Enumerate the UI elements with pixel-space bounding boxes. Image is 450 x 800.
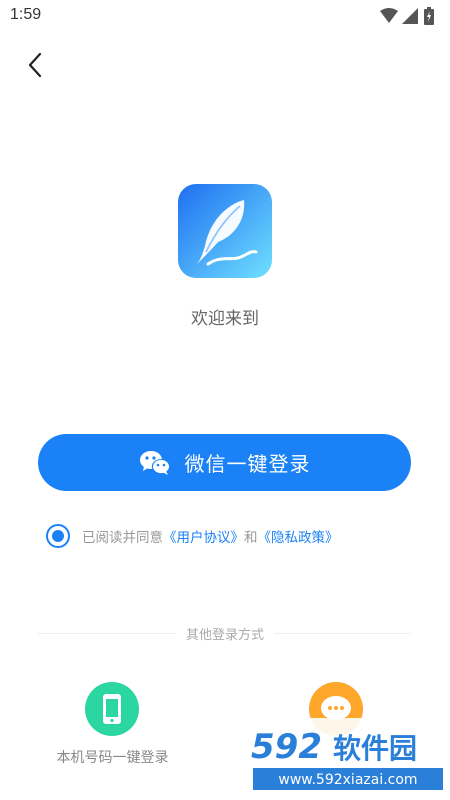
phone-icon-circle xyxy=(85,682,139,736)
other-login-title-text: 其他登录方式 xyxy=(175,628,274,643)
user-agreement-link[interactable]: 《用户协议》 xyxy=(163,526,244,546)
welcome-text: 欢迎来到 xyxy=(191,309,259,329)
agreement-and: 和 xyxy=(244,530,258,546)
agreement-row: 已阅读并同意 《用户协议》 和 《隐私政策》 xyxy=(46,524,339,548)
signal-icon xyxy=(402,8,418,24)
phone-icon xyxy=(103,694,121,724)
agreement-radio[interactable] xyxy=(46,524,70,548)
phone-login-button[interactable]: 本机号码一键登录 xyxy=(40,682,185,772)
watermark-url: www.592xiazai.com xyxy=(278,772,417,788)
other-login-title: 其他登录方式 xyxy=(0,624,450,643)
phone-login-label: 本机号码一键登录 xyxy=(56,750,169,766)
app-logo xyxy=(178,184,272,278)
status-bar: 1:59 xyxy=(0,0,450,34)
wechat-icon xyxy=(139,450,170,475)
privacy-policy-link[interactable]: 《隐私政策》 xyxy=(258,526,339,546)
status-icons xyxy=(380,6,440,26)
chevron-left-icon xyxy=(28,52,42,78)
wifi-icon xyxy=(380,8,398,23)
back-button[interactable] xyxy=(22,50,48,80)
wechat-login-button[interactable]: 微信一键登录 xyxy=(38,434,411,491)
watermark-brand-num: 592 xyxy=(251,727,322,767)
watermark-brand-cn: 软件园 xyxy=(333,732,417,765)
agreement-prefix: 已阅读并同意 xyxy=(82,530,163,546)
watermark-logo: 592 软件园 www.592xiazai.com xyxy=(247,718,450,800)
battery-icon xyxy=(424,7,434,25)
feather-logo-icon xyxy=(178,184,272,278)
status-time: 1:59 xyxy=(10,6,42,23)
wechat-login-label: 微信一键登录 xyxy=(184,452,311,476)
